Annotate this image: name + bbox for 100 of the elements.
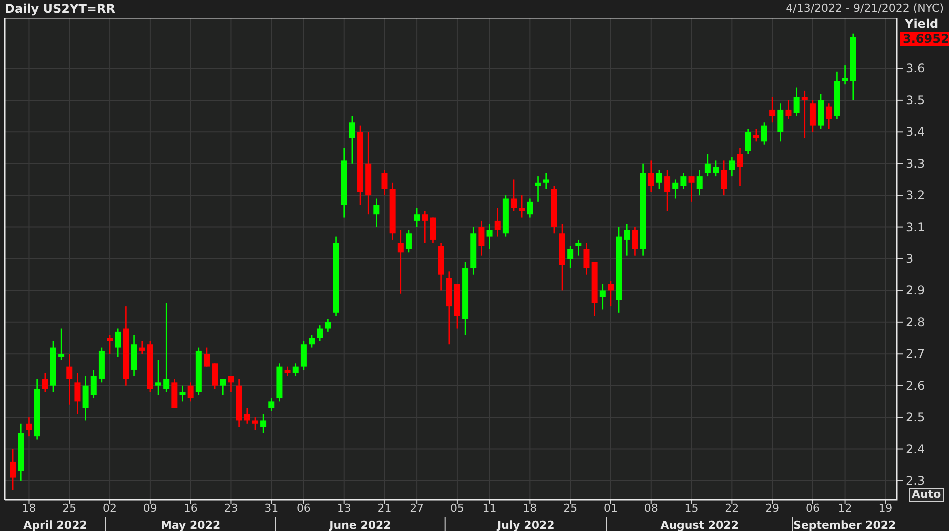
candlestick xyxy=(786,100,792,120)
candlestick xyxy=(276,364,283,402)
candlestick xyxy=(180,386,186,402)
candlestick xyxy=(438,243,444,291)
chart-title: Daily US2YT=RR xyxy=(5,1,116,18)
candlestick xyxy=(236,380,242,428)
candlestick xyxy=(220,380,226,396)
axis-tick-label: 27 xyxy=(410,502,424,515)
candlestick xyxy=(422,211,428,244)
candlestick xyxy=(794,88,800,116)
axis-tick-label: 13 xyxy=(337,502,352,515)
candlestick xyxy=(624,224,630,256)
candlestick xyxy=(737,148,744,186)
candlestick xyxy=(680,173,687,190)
candlestick xyxy=(494,208,501,237)
candlestick xyxy=(454,284,460,329)
axis-tick-label: 15 xyxy=(684,502,699,515)
candlestick xyxy=(349,116,356,164)
axis-tick-label: 21 xyxy=(378,502,392,515)
axis-tick-label: 2.9 xyxy=(906,284,926,298)
axis-tick-label: 2.6 xyxy=(906,378,926,393)
candlestick xyxy=(172,380,178,408)
month-label: May 2022 xyxy=(161,519,221,531)
candlestick xyxy=(325,319,332,332)
candlestick xyxy=(745,128,752,154)
candlestick xyxy=(50,341,56,392)
candlestick xyxy=(470,227,477,275)
axis-tick-label: 05 xyxy=(450,502,464,515)
axis-tick-label: 19 xyxy=(878,502,893,515)
axis-tick-label: 2.8 xyxy=(906,315,926,330)
candlestick xyxy=(252,418,258,430)
candlestick xyxy=(632,227,638,256)
axis-tick-label: 3.6 xyxy=(906,62,926,76)
candlestick xyxy=(600,284,606,310)
candlestick xyxy=(382,170,388,196)
candlestick xyxy=(26,418,32,437)
axis-tick-label: 2.4 xyxy=(906,442,926,456)
candlestick xyxy=(212,364,218,390)
candlestick xyxy=(244,408,250,424)
candlestick xyxy=(228,376,234,392)
candlestick xyxy=(568,246,574,269)
month-label: June 2022 xyxy=(330,519,392,531)
axis-tick-label: 2.5 xyxy=(906,410,926,425)
axis-tick-label: 3 xyxy=(906,252,914,266)
axis-tick-label: 06 xyxy=(296,502,311,515)
axis-tick-label: 22 xyxy=(725,502,740,515)
candlestick xyxy=(834,72,840,120)
last-price-tag: 3.6952 xyxy=(900,32,949,46)
candlestick xyxy=(704,154,711,177)
candlestick xyxy=(317,326,324,342)
candlestick xyxy=(430,218,436,244)
candlestick xyxy=(82,376,89,421)
candlestick xyxy=(721,160,728,196)
candlestick xyxy=(188,382,194,402)
month-label: August 2022 xyxy=(660,519,739,531)
candlestick xyxy=(478,220,485,256)
candlestick xyxy=(672,180,679,199)
candlestick xyxy=(204,348,210,367)
axis-tick-label: 01 xyxy=(604,502,618,515)
candlestick xyxy=(713,160,720,177)
axis-tick-label: 25 xyxy=(564,502,578,515)
axis-tick-label: 3.5 xyxy=(906,93,926,108)
candlestick xyxy=(664,170,671,212)
axis-tick-label: 23 xyxy=(224,502,238,515)
candlestick xyxy=(850,34,856,100)
candlestick xyxy=(131,335,138,376)
axis-tick-label: 25 xyxy=(62,502,77,515)
axis-tick-label: 31 xyxy=(264,502,279,515)
candlestick xyxy=(535,176,542,202)
candlestick xyxy=(374,198,380,228)
auto-scale-button[interactable]: Auto xyxy=(909,488,944,502)
candlestick xyxy=(74,373,81,414)
candlestick xyxy=(648,160,654,192)
candlestick xyxy=(58,328,65,360)
candlestick xyxy=(406,230,412,253)
candlestick xyxy=(341,148,348,218)
axis-tick-label: 3.4 xyxy=(906,125,926,140)
candlestick xyxy=(543,173,550,190)
axis-tick-label: 06 xyxy=(806,502,820,515)
candlestick xyxy=(826,104,832,129)
candlestick xyxy=(414,208,420,228)
candlestick xyxy=(778,104,784,142)
candlestick xyxy=(18,424,24,481)
candlestick xyxy=(753,128,760,142)
candlestick xyxy=(390,182,396,240)
axis-tick-label: 09 xyxy=(143,502,158,515)
axis-tick-label: 02 xyxy=(103,502,118,515)
candlestick xyxy=(802,90,808,138)
month-label: April 2022 xyxy=(24,519,88,531)
candlestick xyxy=(810,100,816,132)
candlestick xyxy=(818,94,824,129)
candlestick xyxy=(608,281,614,307)
axis-tick-label: 16 xyxy=(184,502,198,515)
candlestick xyxy=(90,370,97,399)
candlestick xyxy=(98,348,105,383)
axis-tick-label: 11 xyxy=(482,502,497,515)
axis-tick-label: 3.3 xyxy=(906,156,926,171)
candlestick xyxy=(156,360,162,396)
candlestick xyxy=(770,97,776,123)
candlestick xyxy=(696,170,703,196)
